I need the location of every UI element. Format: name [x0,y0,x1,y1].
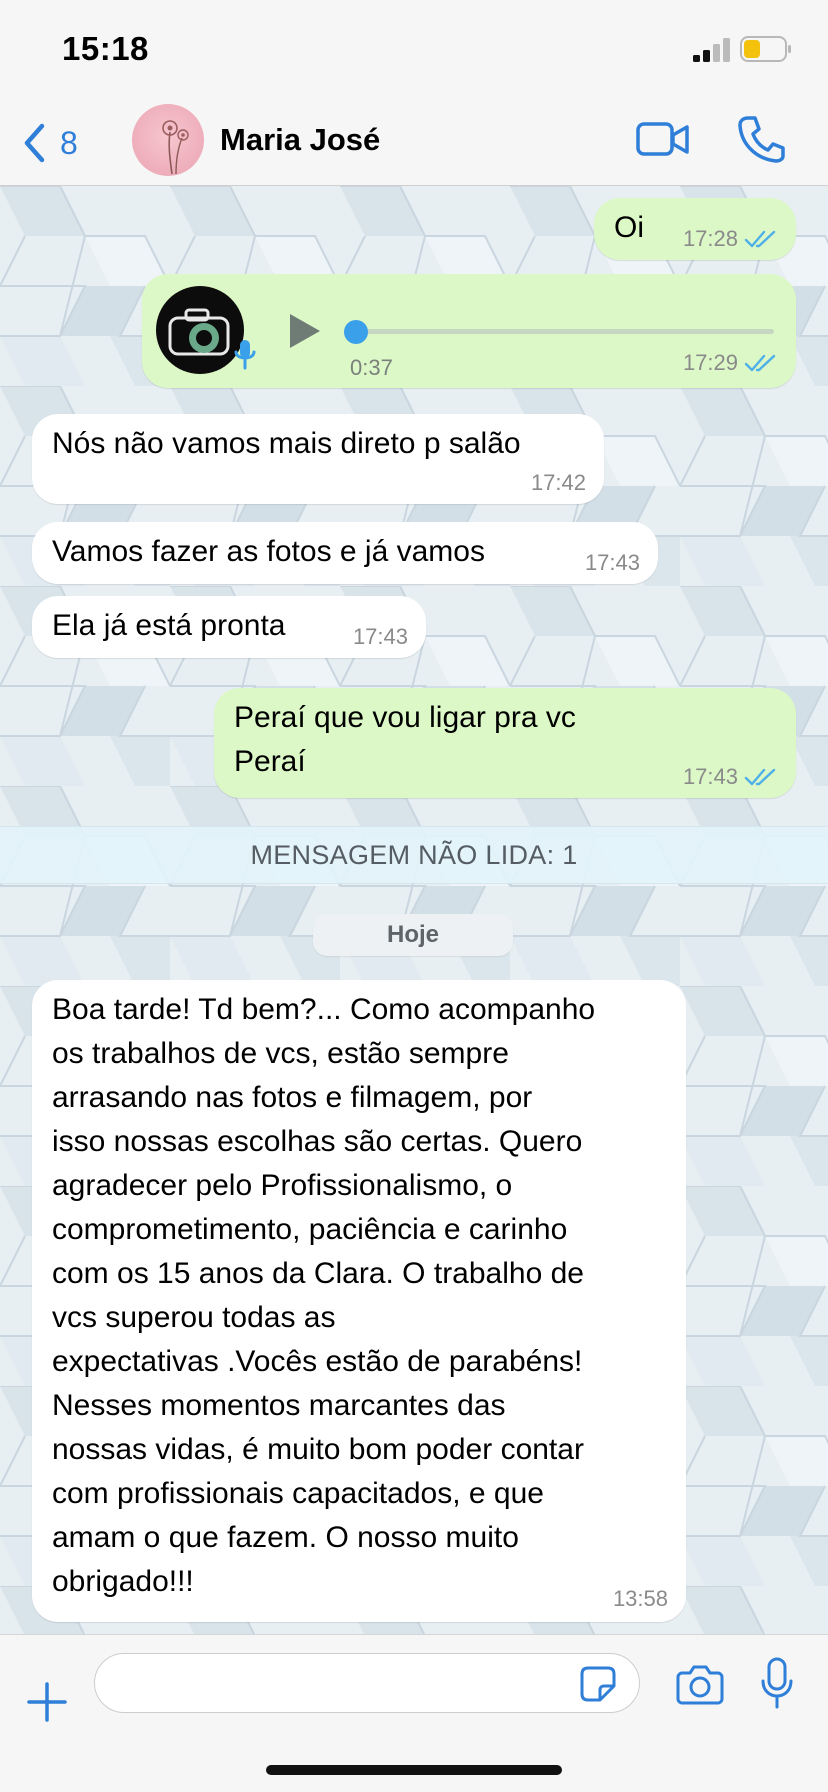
message-line: nossas vidas, é muito bom poder contar [52,1433,584,1466]
double-check-icon [744,354,776,372]
status-time: 15:18 [62,30,149,67]
chat-header: 8 Maria José [0,100,828,186]
message-text: Ela já está pronta [52,609,286,642]
composer-bar [0,1634,828,1792]
message-meta: 17:43 [585,550,640,576]
message-bubble-incoming[interactable]: Nós não vamos mais direto p salão 17:42 [32,414,604,504]
message-time: 17:43 [352,624,408,649]
message-bubble-incoming[interactable]: Boa tarde! Td bem?... Como acompanho os … [32,980,686,1622]
message-text: Nós não vamos mais direto p salão [52,427,521,460]
camera-logo-icon [168,308,230,356]
sticker-icon[interactable] [578,1664,618,1704]
message-line: Peraí que vou ligar pra vc [234,701,576,734]
camera-icon[interactable] [676,1663,724,1705]
message-line: amam o que fazem. O nosso muito [52,1521,519,1554]
flower-icon [162,120,189,175]
message-line: vcs superou todas as [52,1301,336,1334]
double-check-icon [744,230,776,248]
message-line: os trabalhos de vcs, estão sempre [52,1037,509,1070]
voice-message-bubble[interactable]: 0:37 17:29 [142,274,796,388]
message-line: comprometimento, paciência e carinho [52,1213,568,1246]
message-meta: 17:43 [683,764,778,790]
date-separator: Hoje [313,914,513,956]
double-check-icon [744,768,776,786]
video-call-icon[interactable] [636,118,690,162]
message-list[interactable]: Oi 17:28 0:37 17:29 Nós não vamos mais d… [0,186,828,1634]
message-time: 17:29 [682,350,738,375]
back-button[interactable]: 8 [22,118,102,168]
contact-name[interactable]: Maria José [220,122,380,158]
message-meta: 17:42 [531,470,586,496]
message-line: Nesses momentos marcantes das [52,1389,506,1422]
message-line: com profissionais capacitados, e que [52,1477,544,1510]
message-line: agradecer pelo Profissionalismo, o [52,1169,513,1202]
microphone-icon [234,340,256,370]
status-bar: 15:18 [0,0,828,100]
message-meta: 17:29 [683,350,778,376]
message-time: 13:58 [612,1586,668,1611]
chevron-left-icon [24,123,45,163]
message-line: expectativas .Vocês estão de parabéns! [52,1345,583,1378]
home-indicator [266,1765,562,1775]
play-icon[interactable] [288,312,322,350]
message-input[interactable] [94,1653,640,1713]
sender-avatar [156,286,244,374]
message-text: Vamos fazer as fotos e já vamos [52,535,485,568]
message-time: 17:28 [682,226,738,251]
message-bubble-incoming[interactable]: Vamos fazer as fotos e já vamos 17:43 [32,522,658,584]
battery-icon [740,36,791,62]
microphone-icon[interactable] [760,1657,794,1709]
unread-count: 8 [60,124,78,161]
message-meta: 13:58 [613,1586,668,1612]
message-line: isso nossas escolhas são certas. Quero [52,1125,583,1158]
avatar[interactable] [132,104,204,176]
voice-duration: 0:37 [350,355,393,380]
message-meta: 17:28 [683,226,778,252]
plus-icon[interactable] [26,1681,68,1723]
message-bubble-outgoing[interactable]: Oi 17:28 [594,198,796,260]
message-meta: 17:43 [353,624,408,650]
phone-icon[interactable] [736,114,786,164]
message-time: 17:42 [530,470,586,495]
voice-progress-knob[interactable] [344,320,368,344]
message-line: arrasando nas fotos e filmagem, por [52,1081,533,1114]
message-text: Boa tarde! Td bem?... Como acompanho os … [52,988,676,1604]
unread-messages-banner: MENSAGEM NÃO LIDA: 1 [0,826,828,884]
message-line: Boa tarde! Td bem?... Como acompanho [52,993,596,1026]
message-line: obrigado!!! [52,1565,194,1598]
message-bubble-outgoing[interactable]: Peraí que vou ligar pra vc Peraí 17:43 [214,688,796,798]
message-line: com os 15 anos da Clara. O trabalho de [52,1257,584,1290]
voice-progress-track[interactable] [352,329,774,334]
message-time: 17:43 [584,550,640,575]
message-bubble-incoming[interactable]: Ela já está pronta 17:43 [32,596,426,658]
signal-icon [693,38,730,62]
message-time: 17:43 [682,764,738,789]
